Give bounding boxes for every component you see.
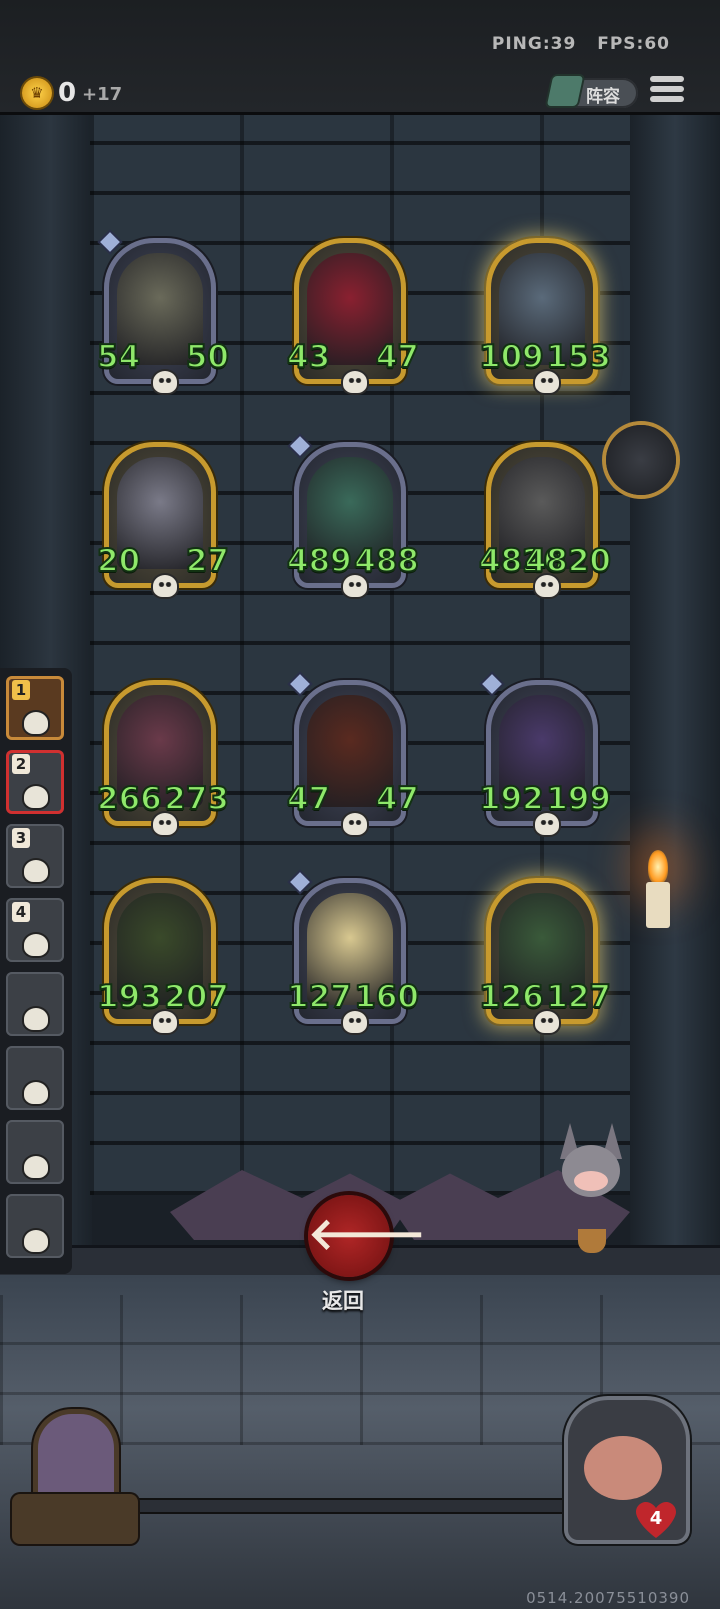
build-id: 0514.20075510390 — [526, 1589, 690, 1607]
unit-attack: 193 — [96, 978, 163, 1016]
menu-line-icon — [650, 76, 684, 82]
book-icon — [546, 76, 584, 106]
torch — [640, 850, 676, 930]
door-base — [12, 1494, 138, 1544]
skull-icon — [24, 1082, 48, 1104]
arrow-left-icon: 🡐 — [308, 1209, 426, 1260]
unit-card[interactable]: 126 127 — [478, 878, 612, 1033]
unit-card[interactable]: 192 199 — [478, 674, 612, 835]
back-button[interactable]: 🡐 — [308, 1195, 426, 1277]
skull-icon — [153, 1011, 177, 1033]
unit-health: 199 — [545, 780, 612, 818]
opponent-item[interactable]: 4 — [6, 898, 64, 962]
candle — [646, 882, 670, 928]
unit-card[interactable]: 266 273 — [96, 680, 230, 835]
opponent-item[interactable] — [6, 1194, 64, 1258]
skull-icon — [24, 860, 48, 882]
unit-health: 47 — [375, 780, 420, 818]
skull-icon — [343, 1011, 367, 1033]
skull-icon — [24, 934, 48, 956]
bottom-rail — [120, 1500, 580, 1512]
skull-icon — [153, 371, 177, 393]
gold-amount: 0 — [58, 78, 77, 108]
unit-attack: 109 — [478, 338, 545, 376]
unit-card[interactable]: 20 27 — [96, 442, 230, 597]
skull-icon — [535, 575, 559, 597]
unit-attack: 192 — [478, 780, 545, 818]
skull-icon — [24, 1156, 48, 1178]
unit-card[interactable]: 47 47 — [286, 674, 420, 835]
unit-attack: 54 — [96, 338, 141, 376]
opponent-item[interactable] — [6, 1120, 64, 1184]
skull-icon — [24, 786, 48, 808]
lineup-button-label: 阵容 — [586, 87, 620, 107]
pig-shopkeeper-icon — [584, 1436, 662, 1500]
ping-readout: PING:39 — [491, 34, 577, 54]
bat-snout — [574, 1171, 608, 1191]
unit-attack: 127 — [286, 978, 353, 1016]
opponent-list: 1 2 3 4 — [0, 668, 72, 1274]
skull-icon — [535, 1011, 559, 1033]
lineup-button[interactable]: 阵容 — [546, 76, 638, 108]
menu-line-icon — [650, 86, 684, 92]
basket-icon — [578, 1229, 606, 1253]
flame-icon — [648, 850, 668, 884]
fps-readout: FPS:60 — [597, 34, 670, 54]
opponent-rank: 4 — [12, 902, 30, 922]
unit-card[interactable]: 54 50 — [96, 232, 230, 393]
unit-card[interactable]: 4820 4820 — [478, 442, 612, 597]
unit-attack: 20 — [96, 542, 141, 580]
pocket-watch-icon[interactable] — [606, 425, 676, 495]
opponent-rank: 2 — [12, 754, 30, 774]
opponent-rank: 1 — [12, 680, 30, 700]
opponent-item[interactable]: 3 — [6, 824, 64, 888]
opponent-item[interactable]: 2 — [6, 750, 64, 814]
skull-icon — [153, 575, 177, 597]
tavern-door-button[interactable] — [10, 1410, 140, 1550]
gold-income: +17 — [82, 84, 123, 105]
unit-health: 160 — [353, 978, 420, 1016]
unit-card[interactable]: 193 207 — [96, 878, 230, 1033]
unit-attack: 43 — [286, 338, 331, 376]
menu-button[interactable] — [650, 76, 684, 108]
unit-attack: 126 — [478, 978, 545, 1016]
unit-attack: 47 — [286, 780, 331, 818]
right-pillar — [630, 115, 720, 1275]
unit-card[interactable]: 109 153 — [478, 238, 612, 393]
unit-attack: 489 — [286, 542, 353, 580]
unit-health: 4820 — [524, 542, 612, 580]
unit-health: 153 — [545, 338, 612, 376]
network-stats: PING:39 FPS:60 — [478, 34, 670, 54]
health-count: 4 — [649, 1508, 663, 1529]
opponent-item[interactable] — [6, 972, 64, 1036]
unit-health: 488 — [353, 542, 420, 580]
back-button-label: 返回 — [322, 1289, 364, 1313]
skull-icon — [535, 813, 559, 835]
bat-mascot[interactable] — [548, 1123, 634, 1259]
top-hud-bar: PING:39 FPS:60 ♛ 0 +17 阵容 — [0, 0, 720, 115]
skull-icon — [343, 575, 367, 597]
unit-card[interactable]: 43 47 — [286, 238, 420, 393]
unit-health: 127 — [545, 978, 612, 1016]
skull-icon — [535, 371, 559, 393]
unit-health: 207 — [163, 978, 230, 1016]
menu-line-icon — [650, 96, 684, 102]
opponent-rank: 3 — [12, 828, 30, 848]
opponent-item[interactable]: 1 — [6, 676, 64, 740]
skull-icon — [24, 1008, 48, 1030]
opponent-item[interactable] — [6, 1046, 64, 1110]
skull-icon — [343, 371, 367, 393]
unit-health: 27 — [185, 542, 230, 580]
gold-coin-icon: ♛ — [22, 78, 52, 108]
unit-card[interactable]: 127 160 — [286, 872, 420, 1033]
skull-icon — [153, 813, 177, 835]
skull-icon — [24, 1230, 48, 1252]
unit-health: 273 — [163, 780, 230, 818]
unit-health: 47 — [375, 338, 420, 376]
skull-icon — [24, 712, 48, 734]
unit-health: 50 — [185, 338, 230, 376]
unit-attack: 266 — [96, 780, 163, 818]
skull-icon — [343, 813, 367, 835]
unit-card[interactable]: 489 488 — [286, 436, 420, 597]
